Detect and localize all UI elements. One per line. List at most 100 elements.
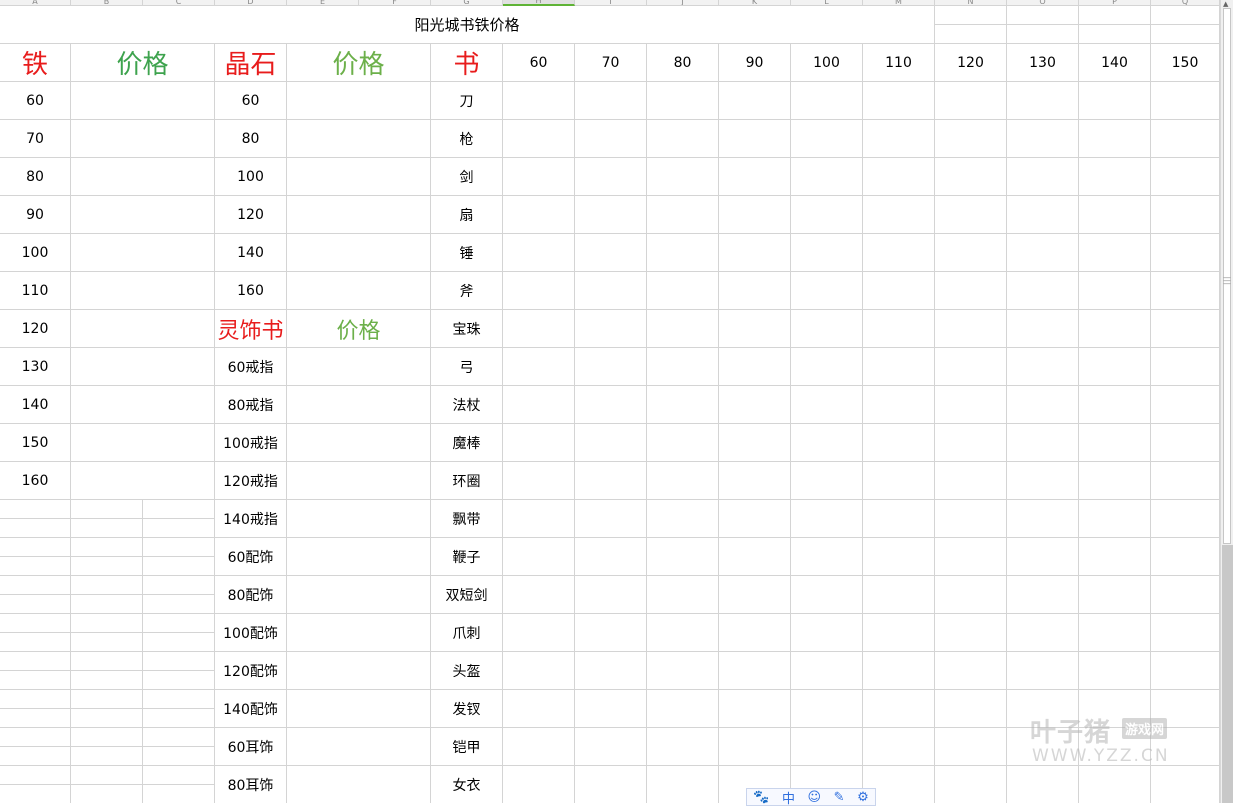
price-cell[interactable] [503, 424, 575, 462]
spirit-item[interactable]: 80配饰 [215, 576, 287, 614]
price-cell[interactable] [575, 538, 647, 576]
price-cell[interactable] [863, 158, 935, 196]
price-cell[interactable] [935, 310, 1007, 348]
price-cell[interactable] [1151, 196, 1220, 234]
price-cell[interactable] [503, 120, 575, 158]
price-cell[interactable] [719, 234, 791, 272]
empty-cell[interactable] [1079, 25, 1151, 44]
price-cell[interactable] [647, 120, 719, 158]
price-cell[interactable] [791, 310, 863, 348]
spirit-price-cell[interactable] [287, 652, 431, 690]
empty-cell[interactable] [143, 747, 215, 766]
chinese-mode-icon[interactable]: 中 [782, 788, 795, 807]
empty-cell[interactable] [143, 595, 215, 614]
empty-cell[interactable] [0, 576, 71, 595]
book-item[interactable]: 扇 [431, 196, 503, 234]
iron-price-cell[interactable] [71, 158, 215, 196]
settings-icon[interactable]: ⚙ [857, 790, 869, 805]
price-cell[interactable] [1079, 576, 1151, 614]
iron-level[interactable]: 120 [0, 310, 71, 348]
empty-cell[interactable] [71, 652, 143, 671]
empty-cell[interactable] [71, 519, 143, 538]
empty-cell[interactable] [1151, 25, 1220, 44]
price-cell[interactable] [935, 576, 1007, 614]
empty-cell[interactable] [71, 766, 143, 785]
price-cell[interactable] [791, 538, 863, 576]
price-cell[interactable] [1079, 310, 1151, 348]
price-cell[interactable] [575, 386, 647, 424]
price-cell[interactable] [503, 614, 575, 652]
book-item[interactable]: 魔棒 [431, 424, 503, 462]
price-cell[interactable] [503, 272, 575, 310]
iron-level[interactable]: 70 [0, 120, 71, 158]
empty-cell[interactable] [0, 519, 71, 538]
price-cell[interactable] [1079, 614, 1151, 652]
price-cell[interactable] [935, 272, 1007, 310]
iron-price-cell[interactable] [71, 120, 215, 158]
sheet-title[interactable]: 阳光城书铁价格 [0, 6, 935, 44]
price-cell[interactable] [935, 386, 1007, 424]
price-cell[interactable] [503, 310, 575, 348]
empty-cell[interactable] [71, 671, 143, 690]
price-cell[interactable] [1151, 348, 1220, 386]
iron-price-cell[interactable] [71, 234, 215, 272]
price-cell[interactable] [503, 348, 575, 386]
price-cell[interactable] [1151, 462, 1220, 500]
price-cell[interactable] [1007, 158, 1079, 196]
price-cell[interactable] [1151, 728, 1220, 766]
price-cell[interactable] [575, 462, 647, 500]
price-cell[interactable] [1079, 120, 1151, 158]
price-cell[interactable] [1151, 424, 1220, 462]
price-cell[interactable] [935, 234, 1007, 272]
price-cell[interactable] [719, 158, 791, 196]
price-cell[interactable] [935, 766, 1007, 803]
price-cell[interactable] [647, 272, 719, 310]
empty-cell[interactable] [143, 652, 215, 671]
price-cell[interactable] [503, 690, 575, 728]
price-cell[interactable] [791, 120, 863, 158]
price-cell[interactable] [719, 348, 791, 386]
price-cell[interactable] [647, 348, 719, 386]
book-item[interactable]: 弓 [431, 348, 503, 386]
header-level-80[interactable]: 80 [647, 44, 719, 82]
price-cell[interactable] [791, 652, 863, 690]
price-cell[interactable] [791, 500, 863, 538]
header-level-110[interactable]: 110 [863, 44, 935, 82]
price-cell[interactable] [935, 82, 1007, 120]
iron-price-cell[interactable] [71, 424, 215, 462]
iron-price-cell[interactable] [71, 82, 215, 120]
empty-cell[interactable] [143, 690, 215, 709]
empty-cell[interactable] [143, 671, 215, 690]
iron-price-cell[interactable] [71, 196, 215, 234]
price-cell[interactable] [1151, 766, 1220, 803]
price-cell[interactable] [575, 120, 647, 158]
empty-cell[interactable] [0, 747, 71, 766]
price-cell[interactable] [1151, 538, 1220, 576]
iron-price-cell[interactable] [71, 272, 215, 310]
crystal-price-cell[interactable] [287, 82, 431, 120]
price-cell[interactable] [863, 576, 935, 614]
price-cell[interactable] [1079, 234, 1151, 272]
price-cell[interactable] [863, 310, 935, 348]
price-cell[interactable] [935, 614, 1007, 652]
price-cell[interactable] [791, 158, 863, 196]
price-cell[interactable] [1151, 690, 1220, 728]
price-cell[interactable] [791, 576, 863, 614]
price-cell[interactable] [935, 348, 1007, 386]
empty-cell[interactable] [143, 728, 215, 747]
price-cell[interactable] [503, 652, 575, 690]
spirit-price-cell[interactable] [287, 766, 431, 803]
price-cell[interactable] [1007, 196, 1079, 234]
price-cell[interactable] [575, 728, 647, 766]
empty-cell[interactable] [143, 576, 215, 595]
price-cell[interactable] [1007, 652, 1079, 690]
book-item[interactable]: 剑 [431, 158, 503, 196]
iron-price-cell[interactable] [71, 462, 215, 500]
iron-level[interactable]: 80 [0, 158, 71, 196]
iron-level[interactable]: 140 [0, 386, 71, 424]
price-cell[interactable] [719, 538, 791, 576]
price-cell[interactable] [719, 614, 791, 652]
price-cell[interactable] [935, 462, 1007, 500]
crystal-price-cell[interactable] [287, 120, 431, 158]
empty-cell[interactable] [0, 766, 71, 785]
